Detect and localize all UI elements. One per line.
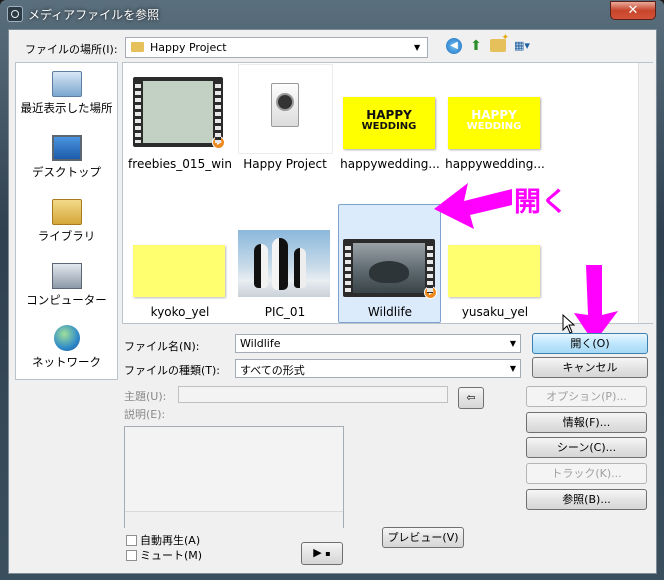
scene-button[interactable]: シーン(C)...	[526, 437, 647, 458]
place-library[interactable]: ライブラリ	[16, 199, 117, 244]
file-name[interactable]: kyoko_yel	[127, 305, 233, 319]
arrow-left-icon: ⇦	[466, 391, 476, 404]
place-network[interactable]: ネットワーク	[16, 325, 117, 370]
file-item-kyoko[interactable]	[133, 245, 225, 297]
filename-value: Wildlife	[240, 337, 281, 350]
mute-checkbox[interactable]	[126, 550, 137, 561]
view-menu-icon[interactable]: ▦▾	[514, 39, 536, 53]
place-label: デスクトップ	[32, 165, 101, 179]
chevron-down-icon[interactable]: ▼	[510, 339, 516, 348]
preview-button[interactable]: プレビュー(V)	[382, 527, 464, 548]
file-list-scrollbar[interactable]	[638, 63, 653, 323]
whale-shape	[369, 261, 409, 283]
desktop-icon	[51, 135, 82, 161]
chevron-down-icon[interactable]: ▼	[414, 43, 420, 52]
play-icon: ▶	[313, 546, 322, 559]
up-folder-icon[interactable]: ⬆	[468, 37, 484, 55]
title-bar[interactable]: メディアファイルを参照 ✕	[0, 0, 664, 28]
project-file-icon	[271, 83, 299, 127]
location-label: ファイルの場所(I):	[25, 43, 118, 56]
place-computer[interactable]: コンピューター	[16, 263, 117, 308]
file-name[interactable]: PIC_01	[232, 305, 338, 319]
chevron-down-icon[interactable]: ▼	[510, 364, 516, 373]
options-button[interactable]: オプション(P)...	[526, 386, 647, 407]
description-scrollbar[interactable]	[125, 511, 343, 528]
close-button[interactable]: ✕	[610, 1, 656, 20]
file-item-happy-project[interactable]	[238, 64, 333, 154]
thumbnail-text: HAPPY	[471, 108, 517, 122]
file-item-yusaku[interactable]	[448, 245, 540, 297]
place-recent[interactable]: 最近表示した場所	[16, 71, 117, 116]
file-name[interactable]: freebies_015_win	[127, 157, 233, 171]
file-item-happywedding-1[interactable]: HAPPY WEDDING	[343, 97, 435, 149]
file-item-wildlife[interactable]	[343, 239, 437, 299]
folder-icon	[131, 42, 144, 52]
open-button[interactable]: 開く(O)	[532, 333, 648, 354]
info-button[interactable]: 情報(F)...	[526, 412, 647, 433]
track-button[interactable]: トラック(K)...	[526, 463, 647, 484]
autoplay-label: 自動再生(A)	[140, 534, 201, 547]
place-label: 最近表示した場所	[20, 101, 113, 115]
thumbnail-text: HAPPY	[366, 108, 412, 122]
network-icon	[53, 325, 80, 351]
place-label: ネットワーク	[32, 355, 101, 369]
thumbnail-text: WEDDING	[466, 121, 522, 132]
description-label: 説明(E):	[124, 408, 166, 421]
file-item-freebies[interactable]	[133, 77, 225, 149]
window-title: メディアファイルを参照	[28, 8, 160, 22]
file-name[interactable]: happywedding...	[337, 157, 443, 171]
annotation-arrow-icon	[434, 183, 512, 229]
filetype-select[interactable]: すべての形式 ▼	[235, 359, 521, 378]
computer-icon	[51, 263, 82, 289]
mute-label: ミュート(M)	[140, 549, 203, 562]
filetype-label: ファイルの種類(T):	[124, 364, 221, 377]
video-badge-icon	[212, 136, 225, 149]
new-folder-icon[interactable]	[490, 33, 509, 52]
chevron-down-icon: ▪	[325, 549, 331, 558]
place-desktop[interactable]: デスクトップ	[16, 135, 117, 180]
library-icon	[51, 199, 82, 225]
film-reel-icon	[276, 93, 294, 111]
cancel-button[interactable]: キャンセル	[532, 357, 648, 378]
penguin-shape	[272, 238, 288, 290]
file-name[interactable]: Happy Project	[232, 157, 338, 171]
app-icon	[7, 6, 23, 22]
place-label: ライブラリ	[37, 229, 96, 243]
filename-input[interactable]: Wildlife ▼	[235, 334, 521, 353]
file-name[interactable]: yusaku_yel	[442, 305, 548, 319]
mouse-cursor-icon	[562, 314, 576, 334]
filetype-value: すべての形式	[240, 364, 305, 377]
subject-label: 主題(U):	[124, 390, 167, 403]
video-thumbnail	[353, 243, 425, 293]
thumbnail-text: WEDDING	[361, 121, 417, 132]
location-value: Happy Project	[150, 41, 227, 54]
filename-label: ファイル名(N):	[124, 340, 200, 353]
file-name[interactable]: happywedding...	[442, 157, 548, 171]
subject-input[interactable]	[178, 386, 448, 403]
places-bar: 最近表示した場所 デスクトップ ライブラリ コンピューター ネットワーク	[15, 62, 118, 380]
annotation-open: 開く	[514, 187, 568, 218]
recent-places-icon	[51, 71, 82, 97]
penguin-shape	[294, 248, 306, 288]
back-icon[interactable]: ◀	[446, 38, 462, 54]
video-thumbnail	[143, 81, 213, 143]
file-item-happywedding-2[interactable]: HAPPY WEDDING	[448, 97, 540, 149]
browse-button[interactable]: 参照(B)...	[526, 489, 647, 510]
autoplay-checkbox[interactable]	[126, 535, 137, 546]
insert-arrow-button[interactable]: ⇦	[458, 387, 484, 409]
file-name[interactable]: Wildlife	[337, 305, 443, 319]
file-item-pic01[interactable]	[238, 230, 330, 297]
video-badge-icon	[424, 286, 437, 299]
penguin-shape	[254, 244, 268, 288]
place-label: コンピューター	[26, 293, 107, 307]
play-button[interactable]: ▶ ▪	[301, 542, 343, 565]
